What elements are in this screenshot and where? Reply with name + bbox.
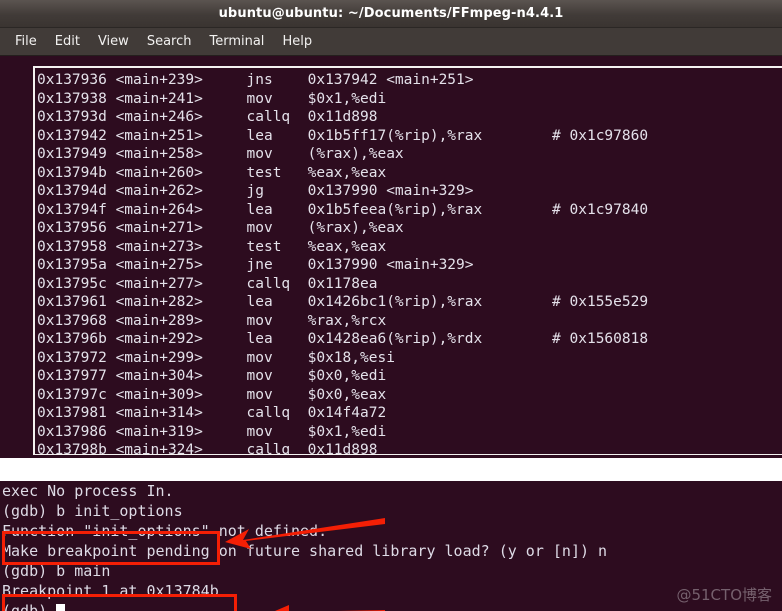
disassembly-line: 0x137949 <main+258> mov (%rax),%eax	[37, 146, 404, 162]
console-line: Breakpoint 1 at 0x13784b	[2, 582, 219, 600]
menu-item-terminal[interactable]: Terminal	[200, 31, 273, 52]
pane-separator-band	[0, 458, 782, 481]
disassembly-line: 0x137936 <main+239> jns 0x137942 <main+2…	[37, 72, 474, 88]
disassembly-line: 0x137938 <main+241> mov $0x1,%edi	[37, 90, 387, 107]
disassembly-line: 0x13794f <main+264> lea 0x1b5feea(%rip),…	[37, 201, 649, 218]
disassembly-line: 0x137942 <main+251> lea 0x1b5ff17(%rip),…	[37, 127, 649, 144]
menu-item-help[interactable]: Help	[273, 31, 321, 52]
disassembly-line: 0x13794d <main+262> jg 0x137990 <main+32…	[37, 183, 474, 199]
gdb-disassembly-pane: 0x137936 <main+239> jns 0x137942 <main+2…	[33, 66, 782, 458]
terminal-screen[interactable]: 0x137936 <main+239> jns 0x137942 <main+2…	[0, 56, 782, 611]
left-margin-fill	[0, 56, 33, 458]
disassembly-line: 0x13796b <main+292> lea 0x1428ea6(%rip),…	[37, 331, 649, 347]
disassembly-line: 0x13794b <main+260> test %eax,%eax	[37, 164, 387, 181]
disassembly-line: 0x13795c <main+277> callq 0x1178ea	[37, 275, 378, 292]
menu-item-file[interactable]: File	[6, 31, 46, 52]
console-line: (gdb) b main	[2, 562, 111, 580]
menu-item-search[interactable]: Search	[138, 31, 201, 52]
console-line: Make breakpoint pending on future shared…	[2, 542, 608, 560]
disassembly-line-list: 0x137936 <main+239> jns 0x137942 <main+2…	[37, 71, 782, 458]
console-line: (gdb) b init_options	[2, 502, 183, 520]
menubar: File Edit View Search Terminal Help	[0, 28, 782, 56]
menu-item-edit[interactable]: Edit	[46, 31, 89, 52]
gdb-console-output[interactable]: exec No process In. (gdb) b init_options F…	[0, 481, 782, 611]
terminal-window: ubuntu@ubuntu: ~/Documents/FFmpeg-n4.4.1…	[0, 0, 782, 611]
disassembly-line: 0x13797c <main+309> mov $0x0,%eax	[37, 386, 387, 403]
window-title: ubuntu@ubuntu: ~/Documents/FFmpeg-n4.4.1	[218, 6, 564, 21]
window-titlebar: ubuntu@ubuntu: ~/Documents/FFmpeg-n4.4.1	[0, 0, 782, 28]
disassembly-line: 0x137961 <main+282> lea 0x1426bc1(%rip),…	[37, 294, 649, 310]
disassembly-line: 0x137956 <main+271> mov (%rax),%eax	[37, 220, 404, 236]
disassembly-line: 0x137968 <main+289> mov %rax,%rcx	[37, 312, 387, 329]
text-cursor	[56, 604, 66, 611]
disassembly-line: 0x137986 <main+319> mov $0x1,%edi	[37, 423, 387, 440]
console-line: Function "init_options" not defined.	[2, 522, 328, 540]
disassembly-line: 0x13795a <main+275> jne 0x137990 <main+3…	[37, 257, 474, 273]
console-line: (gdb)	[2, 601, 782, 611]
disassembly-line: 0x137977 <main+304> mov $0x0,%edi	[37, 368, 387, 384]
disassembly-line: 0x137972 <main+299> mov $0x18,%esi	[37, 349, 395, 366]
console-line: exec No process In.	[2, 482, 174, 500]
disassembly-line: 0x137958 <main+273> test %eax,%eax	[37, 238, 387, 255]
menu-item-view[interactable]: View	[89, 31, 138, 52]
disassembly-line: 0x13793d <main+246> callq 0x11d898	[37, 109, 378, 125]
watermark: @51CTO博客	[676, 586, 772, 604]
disassembly-line: 0x137981 <main+314> callq 0x14f4a72	[37, 405, 387, 421]
